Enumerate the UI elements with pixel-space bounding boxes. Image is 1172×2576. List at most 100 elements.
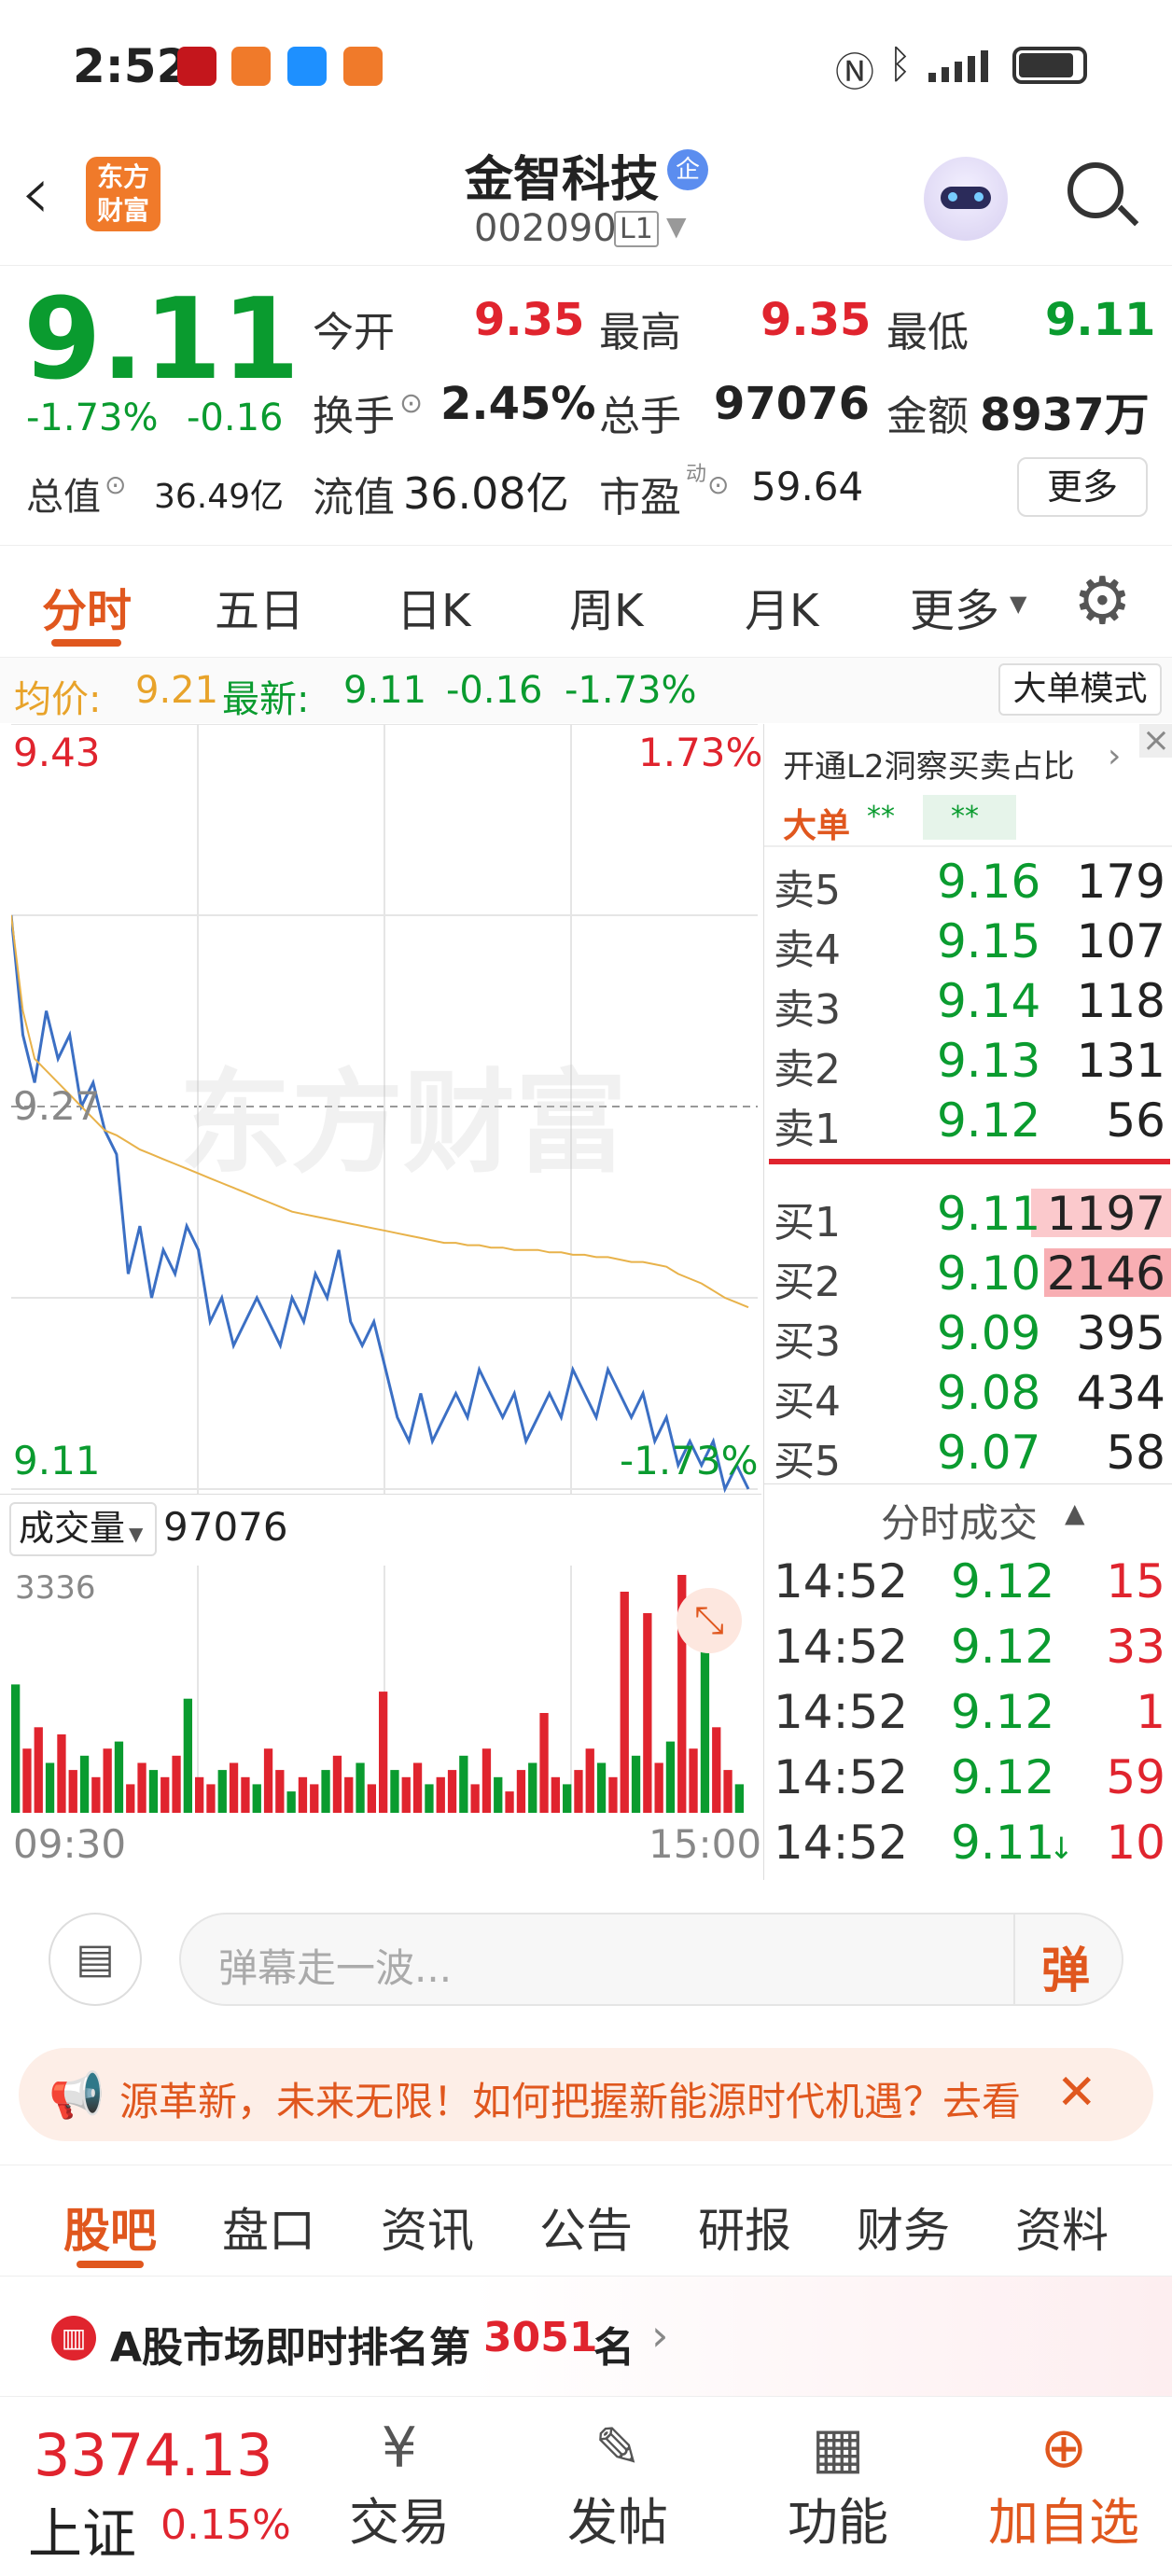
promo-banner[interactable]: 📢 源革新，未来无限！如何把握新能源时代机遇？去看 ✕ (19, 2048, 1153, 2141)
tab-news[interactable]: 资讯 (381, 2193, 474, 2261)
tab-intraday[interactable]: 分时 (42, 574, 132, 639)
trade-row: 14:52 9.11 ↓ 10 (764, 1816, 1172, 1881)
volume-label: 总手 (599, 393, 681, 440)
status-bar: 2:52 Ⓝ ᛒ (0, 0, 1172, 131)
level-badge[interactable]: L1 (614, 211, 659, 247)
tab-order-book[interactable]: 盘口 (222, 2193, 315, 2261)
level-volume: 434 (1076, 1366, 1165, 1420)
volume-bar (34, 1727, 43, 1813)
tab-forum[interactable]: 股吧 (63, 2193, 157, 2261)
volume-bar (505, 1791, 514, 1813)
back-icon[interactable]: ‹ (21, 149, 50, 236)
market-rank-row[interactable]: ▥ A股市场即时排名第 3051 名 › (0, 2277, 1172, 2398)
volume-bar (379, 1692, 388, 1813)
danmu-settings-icon[interactable]: ▤ (49, 1913, 142, 2006)
tab-profile[interactable]: 资料 (1015, 2193, 1109, 2261)
trades-title[interactable]: 分时成交 (881, 1492, 1038, 1549)
turnover-label: 换手 (313, 393, 395, 440)
volume-bar (137, 1762, 146, 1813)
close-icon[interactable]: × (1139, 724, 1172, 758)
big-order-label: 大单 (783, 807, 851, 845)
sell-level[interactable]: 卖5 9.16 179 (764, 853, 1172, 914)
content-tabs: 股吧 盘口 资讯 公告 研报 财务 资料 (0, 2165, 1172, 2277)
volume-bar (356, 1762, 365, 1813)
tab-five-day[interactable]: 五日 (215, 574, 304, 639)
pe-superscript: 动 (686, 463, 707, 486)
level-price: 9.15 (937, 914, 1041, 968)
trade-row: 14:52 9.12 59 (764, 1750, 1172, 1816)
trade-time: 14:52 (774, 1816, 909, 1870)
price-line (11, 914, 750, 1494)
sell-level[interactable]: 卖1 9.12 56 (764, 1092, 1172, 1153)
level-volume: 1197 (1046, 1187, 1165, 1241)
level-volume: 56 (1106, 1093, 1165, 1148)
mktcap-label: 总值 (26, 476, 101, 519)
trade-time: 14:52 (774, 1620, 909, 1674)
chevron-up-icon[interactable]: ▲ (1065, 1497, 1085, 1528)
level-price: 9.08 (937, 1366, 1041, 1420)
tab-more[interactable]: 更多 (910, 574, 999, 639)
level-volume: 58 (1106, 1426, 1165, 1480)
turnover-value: 2.45% (440, 378, 596, 430)
level-price: 9.16 (937, 855, 1041, 909)
open-value: 9.35 (474, 294, 585, 346)
expand-icon[interactable]: ⤡ (677, 1588, 742, 1653)
info-icon[interactable]: ⊙ (399, 387, 423, 420)
active-tab-indicator (77, 2261, 144, 2268)
search-icon[interactable] (1064, 159, 1139, 233)
volume-bar (275, 1770, 285, 1813)
level-volume: 131 (1076, 1034, 1165, 1088)
sell-level[interactable]: 卖2 9.13 131 (764, 1032, 1172, 1093)
sell-level[interactable]: 卖3 9.14 118 (764, 972, 1172, 1034)
settings-gear-icon[interactable]: ⚙ (1073, 563, 1132, 639)
chevron-right-icon[interactable]: › (1108, 737, 1121, 775)
sell-level[interactable]: 卖4 9.15 107 (764, 912, 1172, 974)
level-price: 9.12 (937, 1093, 1041, 1148)
volume-bar (148, 1770, 159, 1813)
buy-level[interactable]: 买1 9.11 1197 (764, 1185, 1172, 1246)
quote-panel: 9.11 -1.73% -0.16 今开 9.35 最高 9.35 最低 9.1… (0, 266, 1172, 546)
latest-percent: -1.73% (565, 669, 697, 712)
intraday-chart[interactable]: 9.43 1.73% 9.27 东方财富 9.11 -1.73% (11, 724, 762, 1494)
float-label: 流值 (313, 474, 395, 522)
buy-level[interactable]: 买2 9.10 2146 (764, 1245, 1172, 1306)
more-button[interactable]: 更多 (1017, 457, 1148, 517)
tab-finance[interactable]: 财务 (857, 2193, 950, 2261)
add-watchlist-button[interactable]: ⊕ 加自选 (970, 2416, 1157, 2555)
volume-bar (425, 1784, 434, 1813)
buy-level[interactable]: 买3 9.09 395 (764, 1304, 1172, 1366)
volume-bar (700, 1634, 710, 1813)
chevron-down-icon[interactable]: ▼ (1010, 591, 1026, 617)
app-logo[interactable]: 东方 财富 (86, 157, 160, 231)
danmu-bar: ▤ 弹幕走一波... 弹 (0, 1880, 1172, 2043)
volume-bar (436, 1776, 445, 1813)
danmu-send-button[interactable]: 弹 (1041, 1931, 1090, 2001)
change-amount: -0.16 (187, 397, 284, 439)
tab-weekly-k[interactable]: 周K (569, 574, 643, 639)
volume-indicator-select[interactable]: 成交量 ▼ (9, 1502, 157, 1556)
tab-announcements[interactable]: 公告 (539, 2193, 633, 2261)
tick-trades: 分时成交 ▲ 14:52 9.12 15 14:52 9.12 33 14:52 9.12… (763, 1483, 1172, 1880)
buy-level[interactable]: 买5 9.07 58 (764, 1424, 1172, 1485)
buy-level[interactable]: 买4 9.08 434 (764, 1364, 1172, 1426)
tab-monthly-k[interactable]: 月K (745, 574, 818, 639)
close-icon[interactable]: ✕ (1056, 2065, 1097, 2121)
info-icon[interactable]: ⊙ (707, 469, 729, 500)
functions-button[interactable]: ▦ 功能 (754, 2416, 922, 2555)
chevron-down-icon[interactable]: ▼ (666, 211, 687, 242)
danmu-input[interactable]: 弹幕走一波... 弹 (179, 1913, 1123, 2006)
level-price: 9.14 (937, 974, 1041, 1028)
index-quote[interactable]: 3374.13 上证 0.15% (0, 2397, 308, 2576)
volume-bar (286, 1791, 296, 1813)
volume-bar (344, 1776, 354, 1813)
volume-bar (494, 1776, 503, 1813)
trade-price: 9.12 (951, 1554, 1055, 1608)
robot-assistant-icon[interactable] (924, 157, 1008, 241)
l2-promo-text[interactable]: 开通L2洞察买卖占比 (783, 741, 1075, 787)
tab-daily-k[interactable]: 日K (397, 574, 470, 639)
big-order-mode-button[interactable]: 大单模式 (998, 663, 1162, 716)
post-button[interactable]: ✎ 发帖 (534, 2416, 702, 2555)
tab-research[interactable]: 研报 (698, 2193, 791, 2261)
trade-button[interactable]: ¥ 交易 (315, 2416, 483, 2555)
info-icon[interactable]: ⊙ (105, 469, 126, 500)
